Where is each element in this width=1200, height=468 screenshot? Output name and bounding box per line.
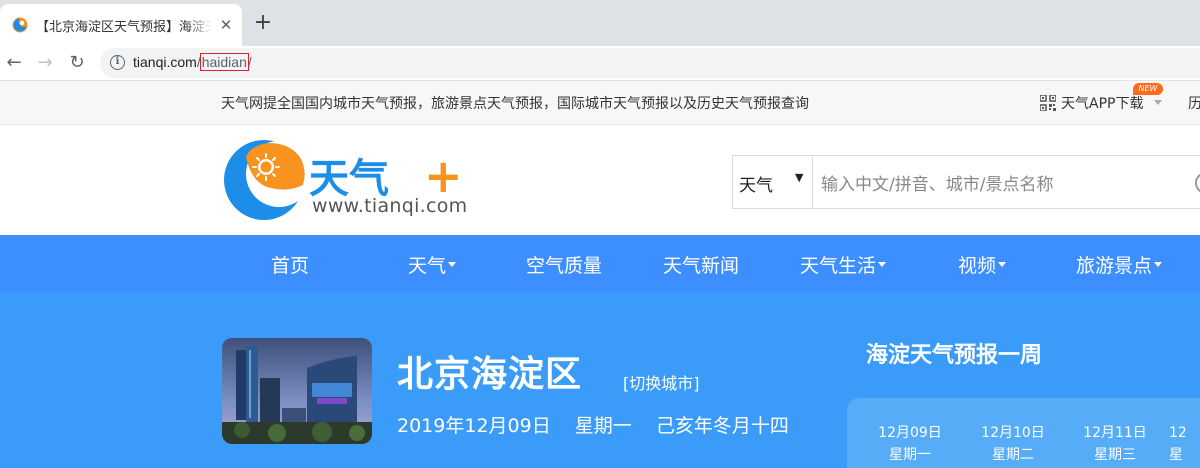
- url-trailing-slash: /: [247, 54, 252, 70]
- week-forecast-panel: 12月09日 星期一 12月10日 星期二 12月11日 星期三 12 星: [847, 398, 1200, 468]
- forecast-day-weekday: 星期二: [992, 447, 1034, 463]
- back-arrow-icon[interactable]: ←: [1, 50, 27, 76]
- city-name: 北京海淀区: [397, 354, 583, 395]
- forecast-day-date: 12: [1169, 425, 1187, 441]
- address-bar[interactable]: i tianqi.com/haidian/: [100, 48, 1200, 78]
- nav-label: 首页: [271, 255, 310, 277]
- forecast-day-weekday: 星: [1169, 447, 1183, 463]
- search-icon[interactable]: [1195, 172, 1200, 194]
- nav-item-travel[interactable]: 旅游景点: [1076, 251, 1163, 278]
- search-box: 天气 ▼ 输入中文/拼音、城市/景点名称: [732, 155, 1200, 209]
- forecast-day[interactable]: 12月11日 星期三: [1070, 422, 1160, 466]
- nav-label: 天气新闻: [663, 255, 740, 277]
- nav-label: 空气质量: [526, 255, 603, 277]
- forecast-day-date: 12月10日: [981, 425, 1045, 441]
- current-weekday: 星期一: [574, 415, 632, 437]
- main-nav: 首页 天气 空气质量 天气新闻 天气生活 视频 旅游景点: [0, 235, 1200, 293]
- nav-label: 视频: [958, 255, 997, 277]
- browser-tab-bar: 【北京海淀区天气预报】海淀天气预报 ✕ +: [0, 0, 1200, 46]
- forecast-day-date: 12月09日: [878, 425, 942, 441]
- forecast-day-date: 12月11日: [1083, 425, 1147, 441]
- forecast-day[interactable]: 12 星: [1169, 422, 1200, 466]
- browser-toolbar: ← → ↻ i tianqi.com/haidian/: [0, 46, 1200, 80]
- nav-item-weather-news[interactable]: 天气新闻: [663, 251, 739, 278]
- week-forecast-title: 海淀天气预报一周: [866, 343, 1043, 368]
- url-host: tianqi.com: [133, 54, 197, 70]
- nav-item-home[interactable]: 首页: [271, 251, 309, 278]
- nav-item-weather[interactable]: 天气: [408, 251, 457, 278]
- nav-label: 天气生活: [800, 255, 877, 277]
- nav-label: 旅游景点: [1076, 255, 1153, 277]
- nav-label: 天气: [408, 255, 447, 277]
- search-type-select[interactable]: 天气 ▼: [733, 156, 813, 208]
- lunar-date: 己亥年冬月十四: [655, 415, 789, 437]
- forecast-day[interactable]: 12月09日 星期一: [865, 422, 955, 466]
- nav-item-air-quality[interactable]: 空气质量: [526, 251, 602, 278]
- browser-tab[interactable]: 【北京海淀区天气预报】海淀天气预报 ✕: [0, 4, 242, 46]
- app-download-link[interactable]: 天气APP下载: [1061, 93, 1143, 113]
- tianqi-favicon-icon: [12, 17, 28, 33]
- app-download-caret-icon: [1154, 100, 1162, 105]
- site-info-bar: 天气网提全国国内城市天气预报，旅游景点天气预报，国际城市天气预报以及历史天气预报…: [0, 80, 1200, 125]
- nav-item-weather-life[interactable]: 天气生活: [800, 251, 887, 278]
- forecast-day-weekday: 星期一: [889, 447, 931, 463]
- search-type-value: 天气: [739, 176, 773, 196]
- dropdown-caret-icon: [448, 262, 457, 267]
- forecast-day[interactable]: 12月10日 星期二: [968, 422, 1058, 466]
- site-info-icon[interactable]: i: [110, 55, 125, 70]
- dropdown-caret-icon: [998, 262, 1007, 267]
- qr-code-icon[interactable]: [1040, 95, 1056, 111]
- url-path-highlight: haidian: [199, 53, 249, 71]
- select-caret-icon: ▼: [795, 171, 804, 184]
- search-input[interactable]: 输入中文/拼音、城市/景点名称: [821, 170, 1053, 195]
- new-badge: NEW: [1133, 83, 1163, 95]
- new-tab-button[interactable]: +: [252, 12, 274, 34]
- date-line: 2019年12月09日 星期一 己亥年冬月十四: [397, 411, 807, 438]
- url-text[interactable]: tianqi.com/haidian/: [133, 53, 252, 71]
- site-header: 天气 + www.tianqi.com 天气 ▼ 输入中文/拼音、城市/景点名称: [0, 125, 1200, 235]
- tab-title: 【北京海淀区天气预报】海淀天气预报: [36, 16, 212, 35]
- city-photo: [222, 338, 372, 444]
- logo-url-text: www.tianqi.com: [312, 195, 468, 217]
- city-hero: 北京海淀区 [切换城市] 2019年12月09日 星期一 己亥年冬月十四 海淀天…: [0, 293, 1200, 468]
- forward-arrow-icon[interactable]: →: [32, 50, 58, 76]
- switch-city-link[interactable]: [切换城市]: [623, 370, 700, 394]
- history-link[interactable]: 历: [1188, 93, 1200, 113]
- nav-item-video[interactable]: 视频: [958, 251, 1007, 278]
- reload-icon[interactable]: ↻: [64, 50, 90, 76]
- dropdown-caret-icon: [1154, 262, 1163, 267]
- forecast-day-weekday: 星期三: [1094, 447, 1136, 463]
- site-intro-text: 天气网提全国国内城市天气预报，旅游景点天气预报，国际城市天气预报以及历史天气预报…: [221, 96, 809, 112]
- tab-close-icon[interactable]: ✕: [216, 15, 236, 35]
- dropdown-caret-icon: [878, 262, 887, 267]
- current-date: 2019年12月09日: [397, 415, 551, 437]
